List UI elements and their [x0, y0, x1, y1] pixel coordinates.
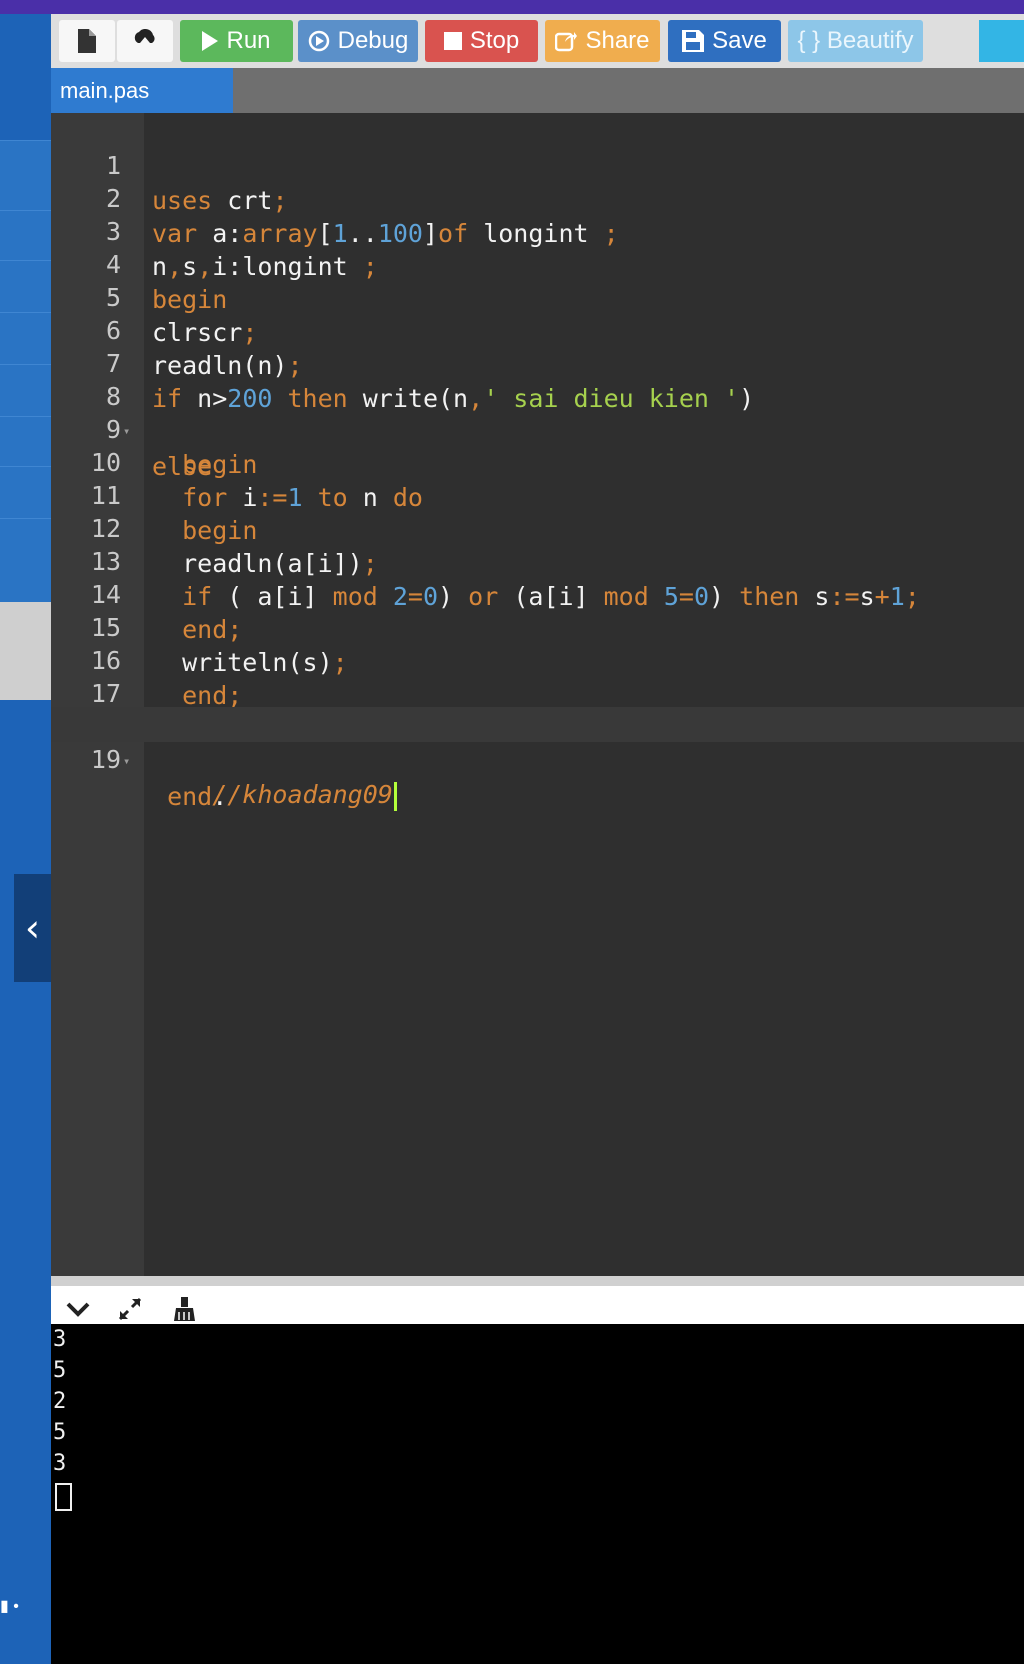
broom-icon	[174, 1297, 195, 1321]
code-line[interactable]: 6 readln(n);	[51, 278, 1024, 380]
code-line[interactable]: 15 writeln(s);	[51, 575, 1024, 677]
debug-button[interactable]: Debug	[298, 20, 418, 62]
console-line: 3	[53, 1327, 67, 1352]
beautify-button[interactable]: { } Beautify	[788, 20, 923, 62]
console-cursor	[55, 1483, 72, 1511]
toolbar-overflow-button[interactable]	[979, 20, 1024, 62]
share-button[interactable]: Share	[545, 20, 660, 62]
code-line[interactable]: 4 begin	[51, 212, 1024, 314]
code-line[interactable]: 12 readln(a[i]);	[51, 476, 1024, 578]
code-line[interactable]: 5 clrscr;	[51, 245, 1024, 347]
expand-icon	[118, 1297, 142, 1321]
run-label: Run	[226, 27, 271, 54]
collapse-console-button[interactable]	[63, 1294, 93, 1324]
code-line[interactable]: 13 if ( a[i] mod 2=0) or (a[i] mod 5=0) …	[51, 509, 1024, 611]
sidebar-item[interactable]	[0, 518, 51, 603]
text-cursor	[393, 781, 397, 811]
run-button[interactable]: Run	[180, 20, 293, 62]
code-editor[interactable]: 1 uses crt; 2 var a:array[1..100]of long…	[51, 113, 1024, 1276]
new-file-button[interactable]	[59, 20, 115, 62]
console-output[interactable]: 3 5 2 5 3	[51, 1324, 1024, 1664]
code-line[interactable]: 10 for i:=1 to n do	[51, 410, 1024, 512]
code-line[interactable]: 16 end;	[51, 608, 1024, 710]
sidebar-item[interactable]	[0, 416, 51, 467]
console-line: 5	[53, 1420, 67, 1445]
code-line[interactable]: 17 readln	[51, 641, 1024, 743]
stop-label: Stop	[469, 27, 520, 54]
sidebar-item[interactable]	[0, 312, 51, 365]
clear-console-button[interactable]	[169, 1294, 199, 1324]
expand-console-button[interactable]	[115, 1294, 145, 1324]
top-band	[0, 0, 1024, 14]
code-line[interactable]: 2 var a:array[1..100]of longint ;	[51, 146, 1024, 248]
tab-main-pas[interactable]: main.pas	[51, 68, 233, 113]
tab-bar: main.pas	[51, 68, 1024, 113]
floppy-disk-icon	[682, 30, 705, 52]
sidebar-item[interactable]	[0, 466, 51, 519]
share-label: Share	[585, 27, 650, 54]
sidebar-item[interactable]	[0, 364, 51, 417]
comment-text: //khoadang09	[152, 780, 393, 809]
console-line: 5	[53, 1358, 67, 1383]
left-sidebar: ‹ ▮ •	[0, 14, 51, 1664]
share-icon	[555, 32, 578, 52]
tab-filename: main.pas	[60, 78, 150, 103]
debug-label: Debug	[337, 27, 409, 54]
code-line[interactable]: 8 ▾ else	[51, 344, 1024, 481]
save-label: Save	[712, 27, 767, 54]
save-button[interactable]: Save	[668, 20, 781, 62]
collapse-sidebar-button[interactable]: ‹	[14, 874, 51, 982]
line-number: 19	[90, 745, 121, 774]
stop-button[interactable]: Stop	[425, 20, 538, 62]
code-line[interactable]: 3 n,s,i:longint ;	[51, 179, 1024, 281]
code-line[interactable]: 7 if n>200 then write(n,' sai dieu kien …	[51, 311, 1024, 413]
debug-icon	[308, 30, 329, 52]
more-icon[interactable]: ▮ •	[0, 1596, 24, 1626]
beautify-label: { } Beautify	[797, 27, 914, 54]
sidebar-item[interactable]	[0, 260, 51, 313]
stop-icon	[443, 32, 462, 50]
file-icon	[78, 29, 96, 53]
code-line[interactable]: 18 ▾ end.	[51, 674, 1024, 811]
sidebar-active-item[interactable]	[0, 602, 51, 700]
code-line-active[interactable]: 19 //khoadang09	[51, 707, 1024, 811]
console-toolbar	[51, 1276, 1024, 1324]
chevron-left-icon: ‹	[24, 906, 41, 950]
play-icon	[202, 31, 219, 51]
console-input-line[interactable]	[51, 1479, 1024, 1511]
sidebar-item[interactable]	[0, 140, 51, 211]
upload-icon	[134, 29, 155, 51]
toolbar: Run Debug Stop Share Save { } Beautify	[51, 14, 1024, 68]
code-text: //khoadang09	[152, 777, 397, 812]
console-line: 2	[53, 1389, 67, 1414]
code-line[interactable]: 11 begin	[51, 443, 1024, 545]
sidebar-item[interactable]	[0, 210, 51, 261]
console-line: 3	[53, 1451, 67, 1476]
code-line[interactable]: 14 end;	[51, 542, 1024, 644]
chevron-down-icon	[66, 1302, 90, 1317]
code-line[interactable]: 1 uses crt;	[51, 113, 1024, 215]
code-line[interactable]: 9 begin	[51, 377, 1024, 479]
upload-button[interactable]	[117, 20, 173, 62]
